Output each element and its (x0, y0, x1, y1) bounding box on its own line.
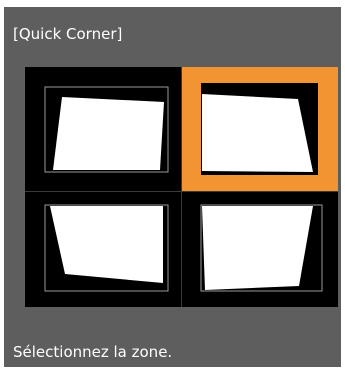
keystone-preview-bottom-left-icon (25, 191, 181, 307)
keystone-preview-top-right-icon (181, 67, 338, 191)
zone-bottom-left[interactable] (25, 191, 181, 307)
instruction-text: Sélectionnez la zone. (13, 343, 173, 361)
zone-top-left[interactable] (25, 67, 181, 191)
dialog-title: [Quick Corner] (13, 25, 123, 43)
zone-grid (25, 67, 338, 307)
grid-divider-horizontal (25, 191, 338, 192)
quick-corner-dialog: [Quick Corner] Sélectionnez la zone. (4, 7, 341, 367)
grid-divider-vertical (181, 67, 182, 307)
keystone-preview-top-left-icon (25, 67, 181, 191)
zone-top-right[interactable] (181, 67, 338, 191)
zone-bottom-right[interactable] (181, 191, 338, 307)
keystone-preview-bottom-right-icon (181, 191, 338, 307)
